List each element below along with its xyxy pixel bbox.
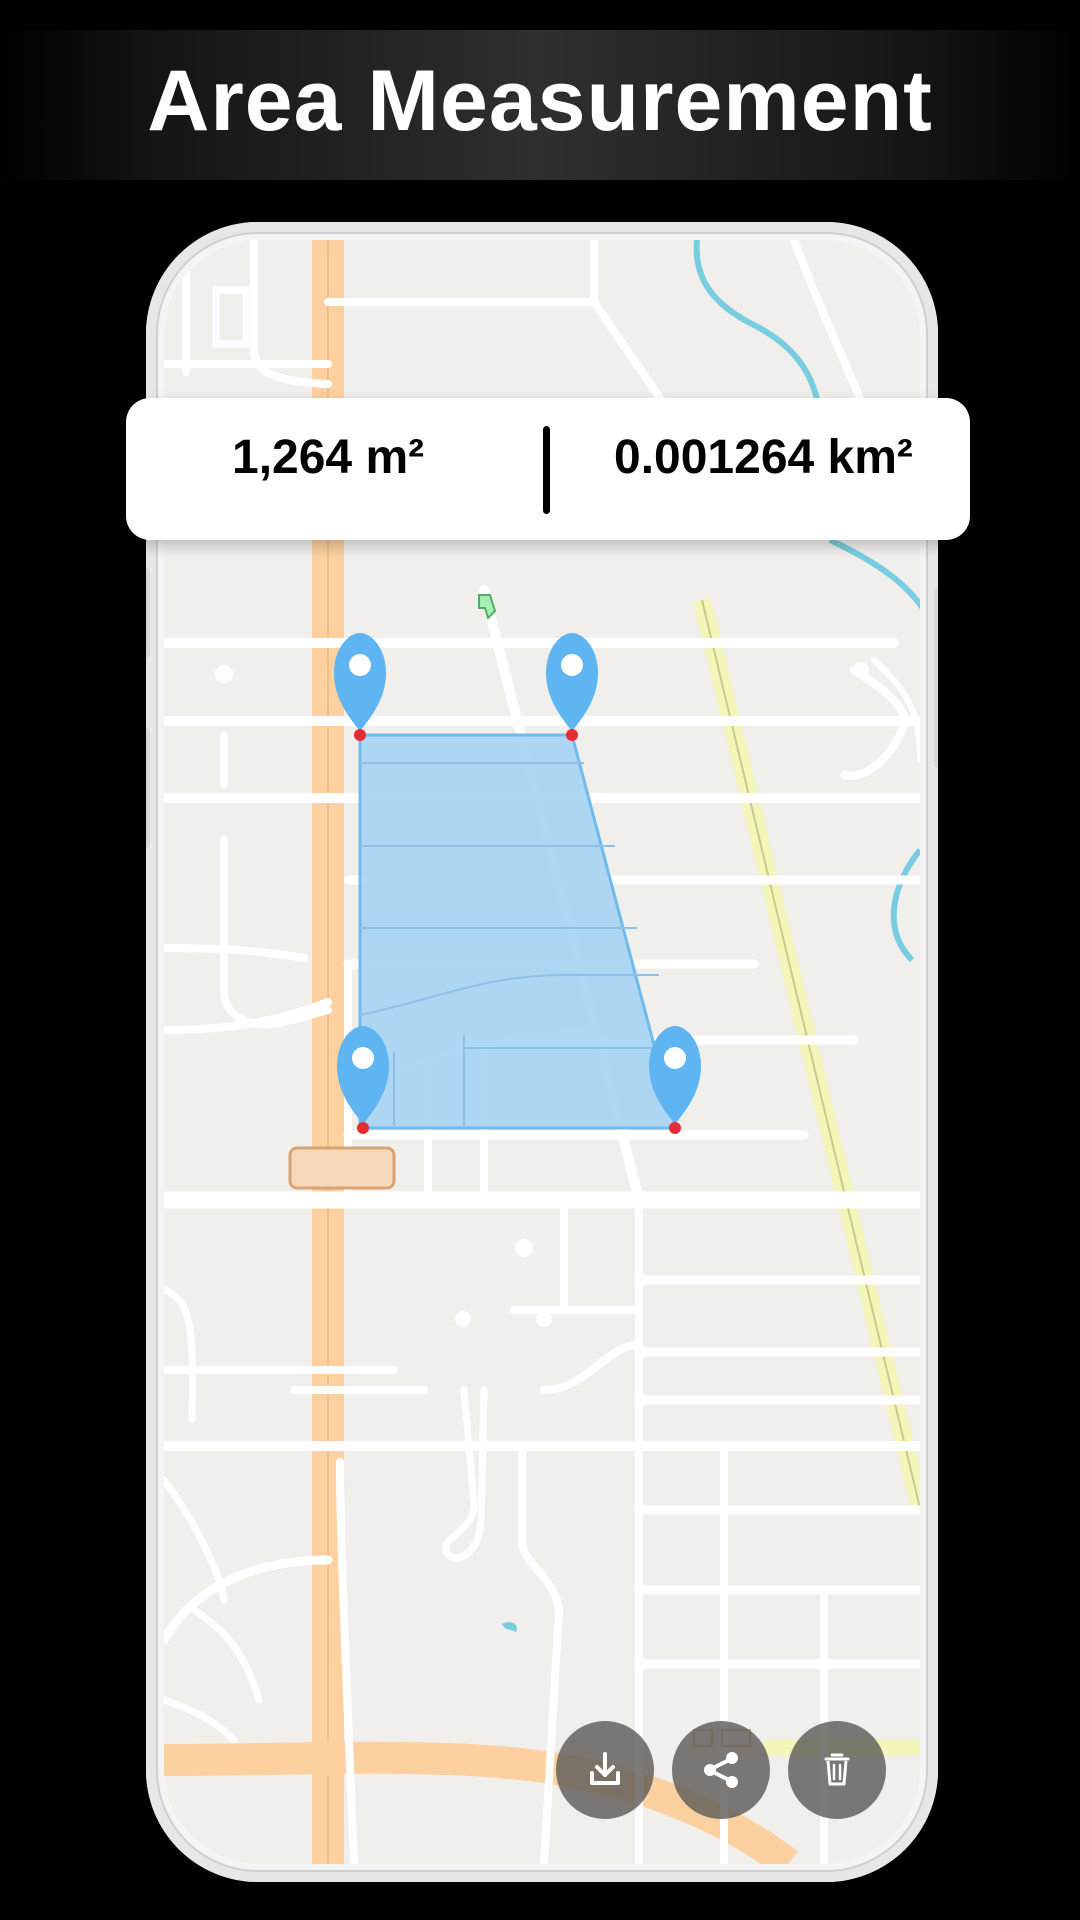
app-header: Area Measurement bbox=[0, 30, 1080, 180]
area-square-kilometers: 0.001264 km² bbox=[614, 431, 913, 484]
share-button[interactable] bbox=[672, 1721, 770, 1819]
page-title: Area Measurement bbox=[147, 53, 933, 149]
delete-button[interactable] bbox=[788, 1721, 886, 1819]
share-icon bbox=[704, 1752, 738, 1788]
download-button[interactable] bbox=[556, 1721, 654, 1819]
download-icon bbox=[590, 1752, 620, 1785]
phone-side-button bbox=[934, 588, 938, 768]
app-screen: Area Measurement 1,264 m² 0.001264 km² bbox=[0, 0, 1080, 1920]
area-result-card: 1,264 m² 0.001264 km² bbox=[126, 398, 970, 540]
phone-side-button bbox=[146, 568, 150, 658]
measurement-divider bbox=[543, 426, 550, 514]
area-square-meters: 1,264 m² bbox=[232, 431, 425, 484]
phone-side-button bbox=[146, 728, 150, 848]
trash-icon bbox=[824, 1753, 850, 1786]
